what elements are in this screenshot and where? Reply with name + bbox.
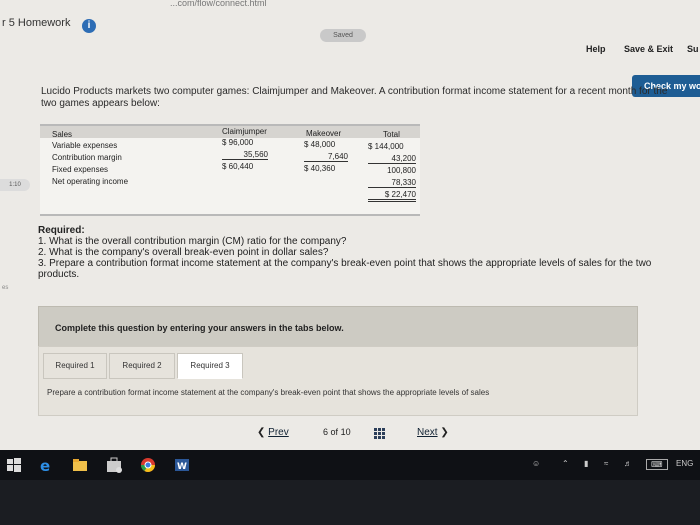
cell-variable-total: 43,200 xyxy=(368,154,416,164)
store-icon[interactable] xyxy=(106,457,122,473)
taskbar: e W ☺ ⌃ ▮ ≈ ♬ ⌨ ENG xyxy=(0,450,700,480)
required-heading: Required: xyxy=(38,225,85,236)
question-tag-secondary: es xyxy=(2,285,9,291)
cell-variable-claimjumper: 35,560 xyxy=(222,150,268,160)
keyboard-icon[interactable]: ⌨ xyxy=(646,459,668,470)
income-statement-table: Claimjumper Makeover Total Sales $ 96,00… xyxy=(40,124,420,216)
cell-variable-makeover: 7,640 xyxy=(304,152,348,162)
cell-cm-claimjumper: $ 60,440 xyxy=(222,162,254,171)
page-indicator: 6 of 10 xyxy=(323,427,351,437)
tabs-panel: Required 1 Required 2 Required 3 Prepare… xyxy=(38,346,638,416)
instructions-text: Complete this question by entering your … xyxy=(55,323,344,333)
file-explorer-icon[interactable] xyxy=(72,457,88,473)
svg-text:e: e xyxy=(40,457,50,473)
question-tag[interactable]: 1:10 xyxy=(0,179,30,191)
help-button[interactable]: Help xyxy=(586,44,606,54)
windows-start-icon[interactable] xyxy=(6,457,22,473)
tab-required-3[interactable]: Required 3 xyxy=(177,353,243,379)
cell-sales-claimjumper: $ 96,000 xyxy=(222,138,254,147)
wifi-icon[interactable]: ≈ xyxy=(604,459,608,468)
row-label-fixed-expenses: Fixed expenses xyxy=(52,165,109,174)
row-label-contribution-margin: Contribution margin xyxy=(52,153,122,162)
cell-cm-total: 100,800 xyxy=(387,166,416,175)
assignment-title[interactable]: r 5 Homework xyxy=(2,17,70,29)
chevron-left-icon: ❮ xyxy=(257,427,266,438)
prev-label[interactable]: Prev xyxy=(268,427,289,438)
next-label[interactable]: Next xyxy=(417,427,438,438)
battery-icon[interactable]: ▮ xyxy=(584,459,588,468)
cell-noi-total: $ 22,470 xyxy=(368,190,416,202)
grid-icon[interactable] xyxy=(374,428,387,439)
tab-description: Prepare a contribution format income sta… xyxy=(47,388,490,397)
svg-text:W: W xyxy=(177,462,187,472)
problem-intro: Lucido Products markets two computer gam… xyxy=(41,86,668,109)
prev-button[interactable]: ❮ Prev xyxy=(257,427,289,438)
save-exit-button[interactable]: Save & Exit xyxy=(624,44,673,54)
required-item-2: 2. What is the company's overall break-e… xyxy=(38,247,329,258)
language-indicator[interactable]: ENG xyxy=(676,459,693,468)
cell-sales-makeover: $ 48,000 xyxy=(304,140,336,149)
browser-page: ...com/flow/connect.html r 5 Homework i … xyxy=(0,0,700,452)
col-header-total: Total xyxy=(383,130,400,139)
tab-required-1[interactable]: Required 1 xyxy=(43,353,107,379)
cell-sales-total: $ 144,000 xyxy=(368,142,404,151)
page-current: 6 xyxy=(323,427,329,437)
volume-icon[interactable]: ♬ xyxy=(624,459,632,468)
row-label-net-operating-income: Net operating income xyxy=(52,177,129,186)
edge-icon[interactable]: e xyxy=(38,457,54,475)
cell-cm-makeover: $ 40,360 xyxy=(304,164,336,173)
required-item-1: 1. What is the overall contribution marg… xyxy=(38,236,347,247)
page-of: of xyxy=(330,427,339,437)
chrome-icon[interactable] xyxy=(140,457,156,473)
people-icon[interactable]: ☺ xyxy=(532,459,540,468)
info-icon[interactable]: i xyxy=(82,19,96,33)
url-fragment: ...com/flow/connect.html xyxy=(170,0,267,6)
col-header-claimjumper: Claimjumper xyxy=(222,127,267,136)
page-total: 10 xyxy=(340,427,351,437)
col-header-makeover: Makeover xyxy=(306,129,342,138)
submit-button[interactable]: Su xyxy=(687,44,699,54)
cell-fixed-total: 78,330 xyxy=(368,178,416,188)
row-label-sales: Sales xyxy=(52,130,73,139)
row-label-variable-expenses: Variable expenses xyxy=(52,141,118,150)
required-item-3: 3. Prepare a contribution format income … xyxy=(38,258,652,280)
tab-required-2[interactable]: Required 2 xyxy=(109,353,175,379)
chevron-right-icon: ❯ xyxy=(440,427,449,438)
saved-indicator: Saved xyxy=(320,29,366,42)
chevron-up-icon[interactable]: ⌃ xyxy=(562,459,569,468)
word-icon[interactable]: W xyxy=(174,457,190,473)
required-section: Required: 1. What is the overall contrib… xyxy=(38,225,688,280)
next-button[interactable]: Next ❯ xyxy=(417,427,449,438)
